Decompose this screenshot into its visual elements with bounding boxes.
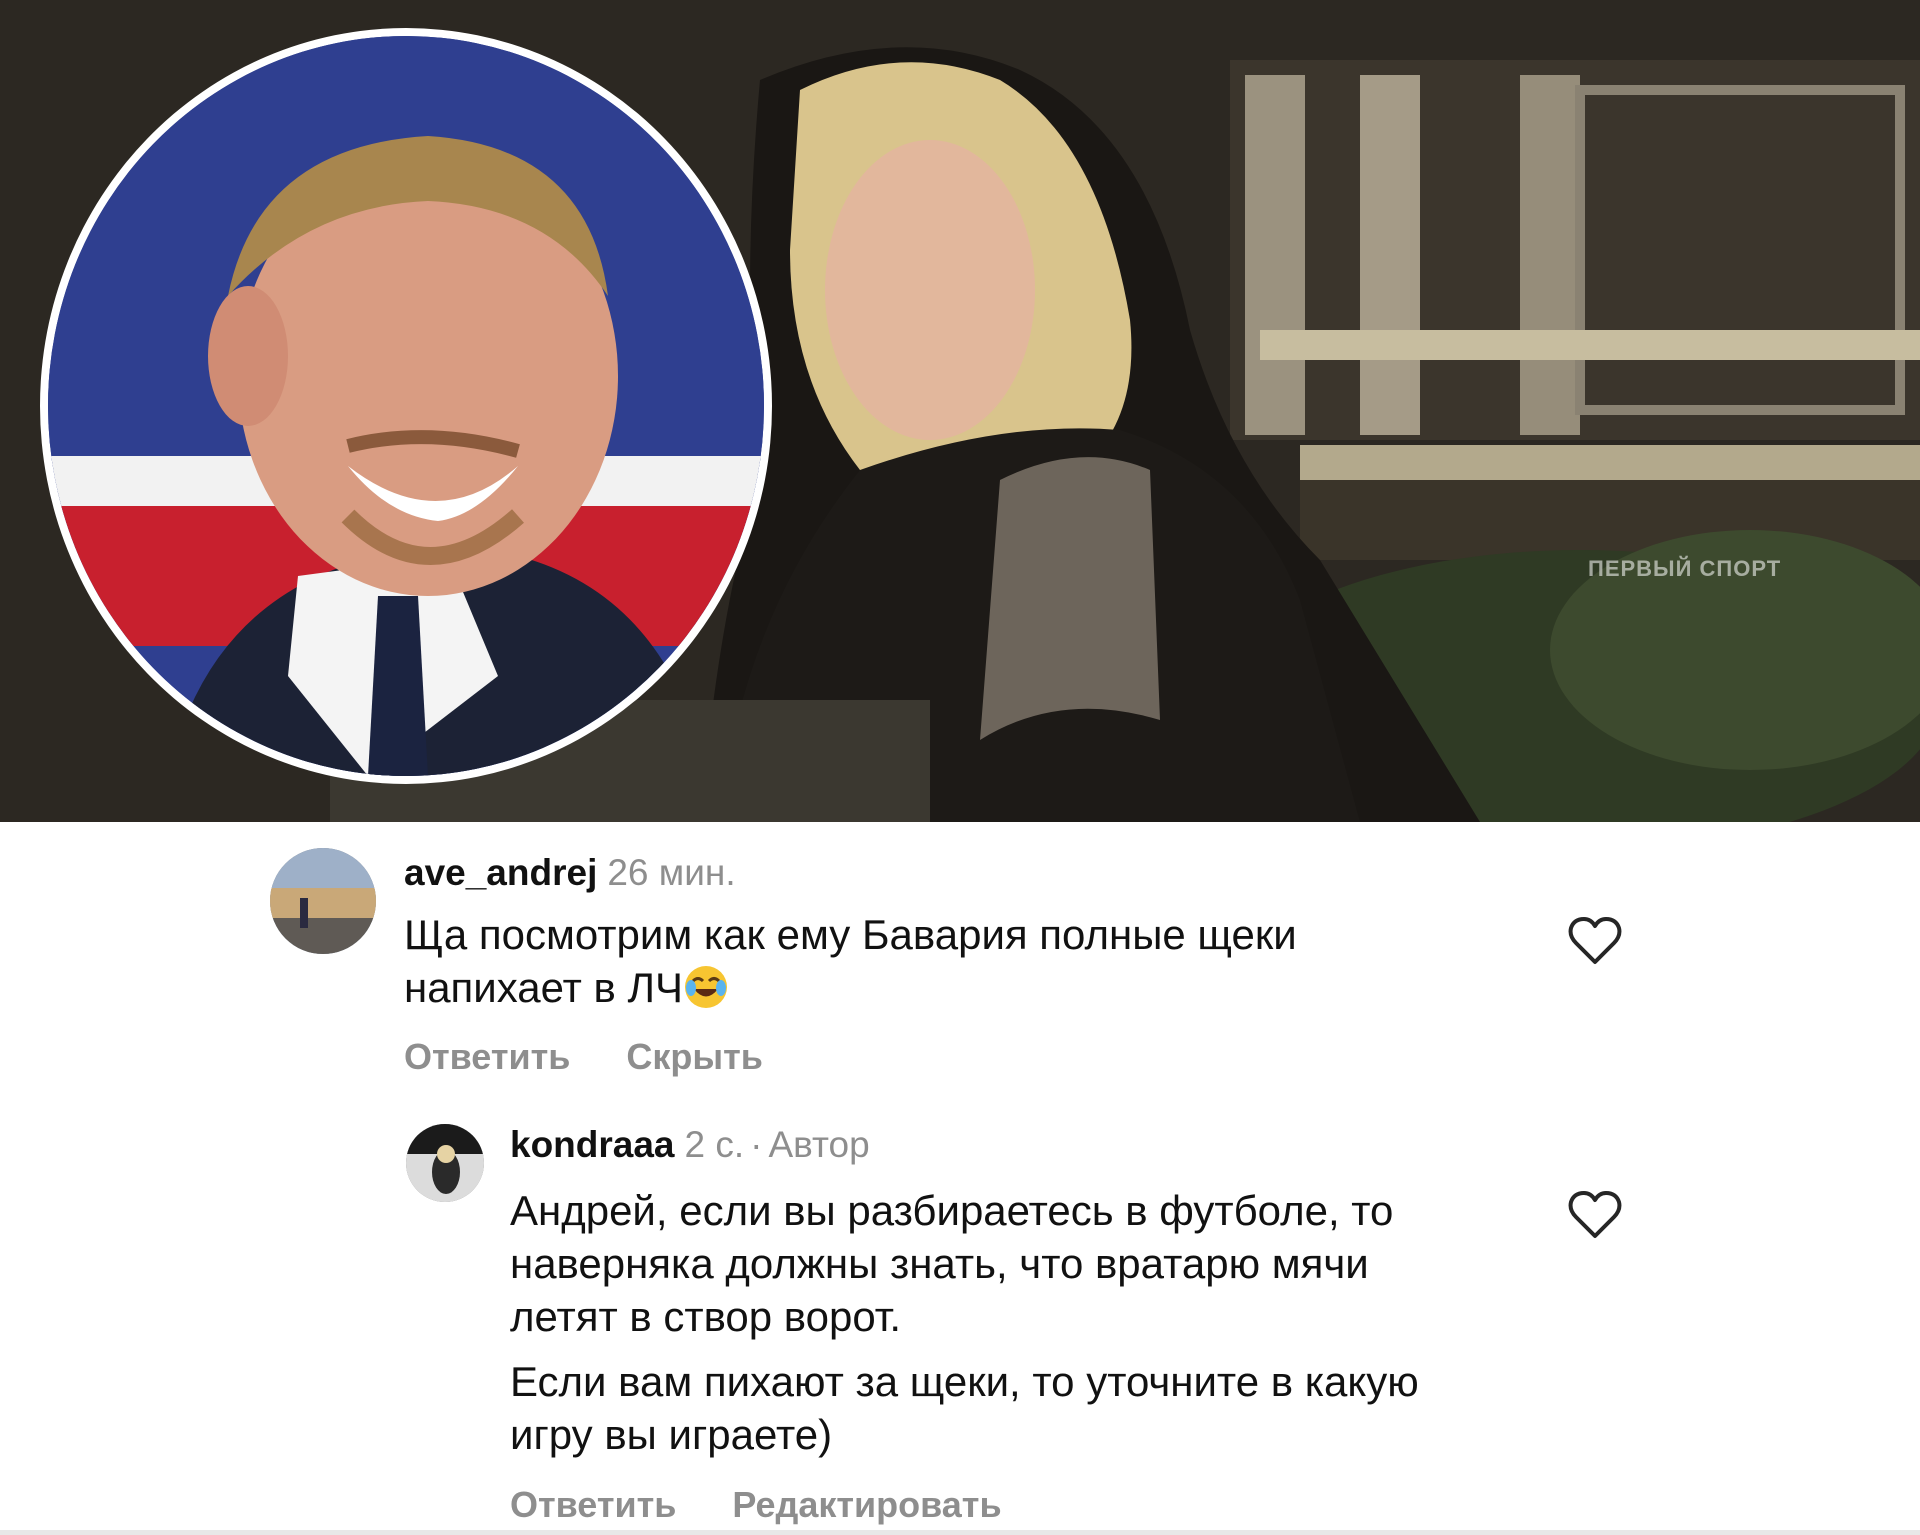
username[interactable]: kondraaa [510,1124,675,1165]
comment-paragraph: Андрей, если вы разбираетесь в футболе, … [510,1187,1394,1340]
comment-text: Андрей, если вы разбираетесь в футболе, … [510,1184,1470,1461]
post-photo: ПЕРВЫЙ СПОРТ [0,0,1920,822]
like-button[interactable] [1568,1190,1622,1240]
like-button[interactable] [1568,916,1622,966]
comment-meta: ave_andrej 26 мин. [404,852,736,894]
avatar-image [270,848,376,954]
comment-text: Ща посмотрим как ему Бавария полные щеки… [404,908,1484,1014]
meta-separator: · [750,1124,763,1165]
comment-actions: Ответить Редактировать [510,1484,1002,1526]
divider [0,1530,1920,1535]
username[interactable]: ave_andrej [404,852,597,893]
heart-outline-icon [1568,1191,1622,1238]
inset-portrait [40,28,772,784]
face-with-tears-of-joy-icon [683,964,729,1010]
edit-button[interactable]: Редактировать [732,1484,1001,1525]
timestamp: 26 мин. [607,852,736,893]
heart-outline-icon [1568,917,1622,964]
author-badge: Автор [768,1124,870,1165]
avatar[interactable] [270,848,376,954]
comment-item: ave_andrej 26 мин. Ща посмотрим как ему Б… [0,822,1920,1082]
comment-actions: Ответить Скрыть [404,1036,763,1078]
avatar-image [406,1124,484,1202]
watermark-text: ПЕРВЫЙ СПОРТ [1588,556,1782,581]
portrait-photo [48,36,764,776]
comment-paragraph: Если вам пихают за щеки, то уточните в к… [510,1358,1419,1458]
comment-meta: kondraaa 2 с. · Автор [510,1124,870,1166]
timestamp: 2 с. [684,1124,745,1165]
avatar[interactable] [406,1124,484,1202]
reply-button[interactable]: Ответить [510,1484,676,1525]
reply-button[interactable]: Ответить [404,1036,570,1077]
comment-body: Ща посмотрим как ему Бавария полные щеки… [404,911,1297,1011]
reply-item: kondraaa 2 с. · Автор Андрей, если вы разби… [0,1110,1920,1530]
hide-button[interactable]: Скрыть [626,1036,763,1077]
